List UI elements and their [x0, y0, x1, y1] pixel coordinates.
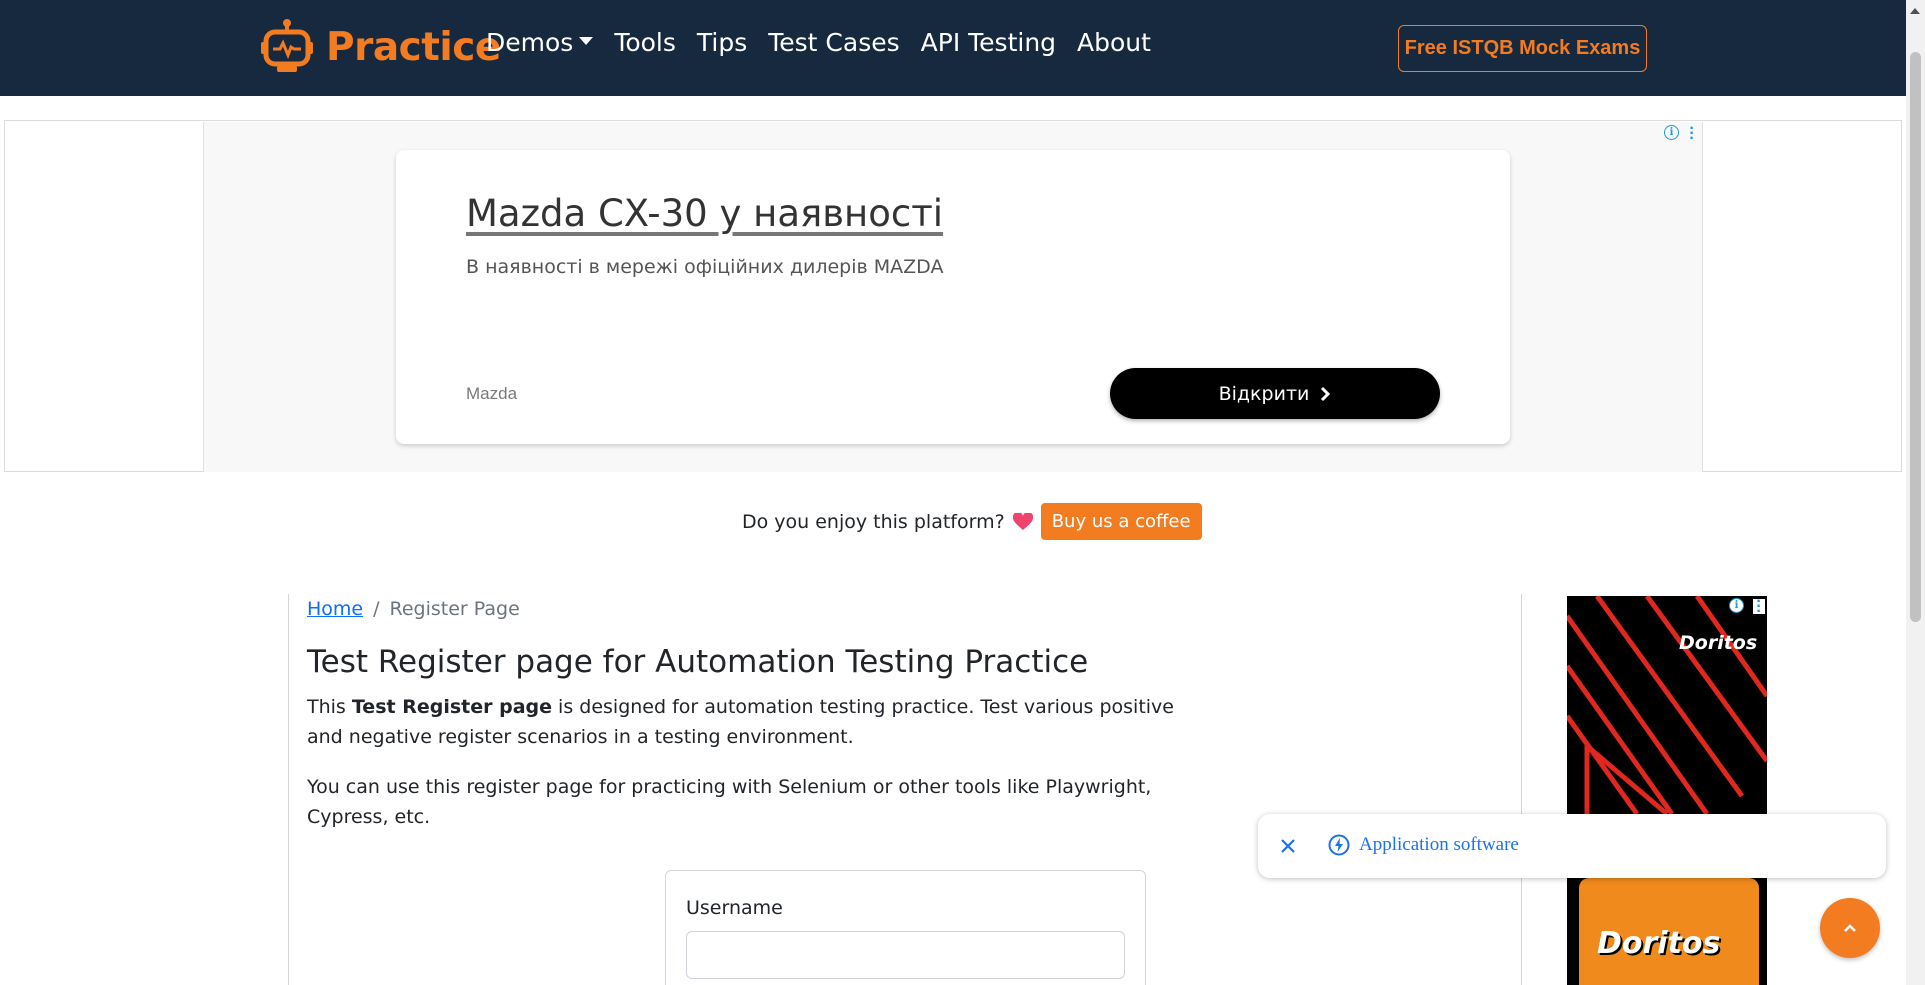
- nav-tips[interactable]: Tips: [697, 28, 747, 57]
- nav-menu: Demos Tools Tips Test Cases API Testing …: [486, 28, 1151, 57]
- top-ad-card[interactable]: Mazda CX-30 у наявності В наявності в ме…: [396, 150, 1510, 444]
- register-form: Username: [665, 870, 1146, 985]
- breadcrumb-home-link[interactable]: Home: [307, 598, 363, 620]
- intro-bold: Test Register page: [351, 696, 553, 718]
- scrollbar-thumb[interactable]: [1910, 52, 1921, 622]
- nav-about[interactable]: About: [1077, 28, 1151, 57]
- intro-prefix: This: [307, 696, 352, 718]
- lightning-icon: [1328, 834, 1350, 856]
- breadcrumb-current: Register Page: [389, 598, 520, 620]
- nav-tools[interactable]: Tools: [614, 28, 676, 57]
- nav-demos-label: Demos: [486, 28, 574, 57]
- brand-logo-link[interactable]: Practice: [258, 18, 501, 76]
- robot-logo-icon: [261, 19, 313, 72]
- username-label: Username: [686, 897, 783, 919]
- page-title: Test Register page for Automation Testin…: [307, 644, 1089, 680]
- breadcrumb: Home / Register Page: [307, 598, 520, 620]
- chevron-up-icon: [1844, 924, 1856, 932]
- scroll-up-arrow-icon[interactable]: [1910, 8, 1920, 14]
- content-left-border: [288, 594, 289, 985]
- breadcrumb-separator: /: [373, 598, 380, 620]
- nav-test-cases[interactable]: Test Cases: [768, 28, 899, 57]
- back-to-top-button[interactable]: [1820, 898, 1880, 958]
- support-banner: Do you enjoy this platform? Buy us a cof…: [742, 503, 1202, 540]
- ad-description: В наявності в мережі офіційних дилерів M…: [466, 256, 944, 278]
- content-right-border: [1521, 594, 1522, 985]
- support-text: Do you enjoy this platform?: [742, 510, 1005, 533]
- ad-open-label: Відкрити: [1218, 382, 1310, 405]
- top-navbar: Practice Demos Tools Tips Test Cases API…: [0, 0, 1906, 96]
- intro-paragraph: This Test Register page is designed for …: [307, 692, 1177, 752]
- close-icon[interactable]: [1278, 836, 1298, 856]
- nav-api-testing[interactable]: API Testing: [921, 28, 1056, 57]
- heart-icon: [1012, 512, 1033, 530]
- istqb-mock-exams-button[interactable]: Free ISTQB Mock Exams: [1398, 25, 1647, 72]
- ad-open-button[interactable]: Відкрити: [1110, 368, 1440, 419]
- doritos-bag-logo: Doritos: [1597, 926, 1721, 961]
- popup-link[interactable]: Application software: [1359, 834, 1519, 856]
- side-ad-options-icon[interactable]: · · ·: [1753, 594, 1765, 620]
- buy-coffee-button[interactable]: Buy us a coffee: [1040, 503, 1202, 540]
- doritos-logo-top: Doritos: [1679, 632, 1758, 654]
- suggestion-popup: Application software: [1258, 814, 1886, 878]
- caret-down-icon: [579, 37, 594, 45]
- ad-advertiser: Mazda: [466, 384, 518, 403]
- username-input[interactable]: [686, 931, 1125, 979]
- ad-info-icon[interactable]: i: [1664, 125, 1679, 140]
- chevron-right-icon: [1321, 386, 1331, 401]
- side-ad-banner[interactable]: Doritos Doritos: [1567, 596, 1767, 985]
- brand-name: Practice: [326, 24, 501, 70]
- tools-paragraph: You can use this register page for pract…: [307, 776, 1152, 828]
- nav-demos-dropdown[interactable]: Demos: [486, 28, 594, 57]
- ad-headline[interactable]: Mazda CX-30 у наявності: [466, 192, 943, 235]
- ad-options-icon[interactable]: · · ·: [1689, 121, 1695, 147]
- page-scrollbar[interactable]: [1906, 0, 1925, 985]
- side-ad-info-icon[interactable]: i: [1729, 598, 1744, 613]
